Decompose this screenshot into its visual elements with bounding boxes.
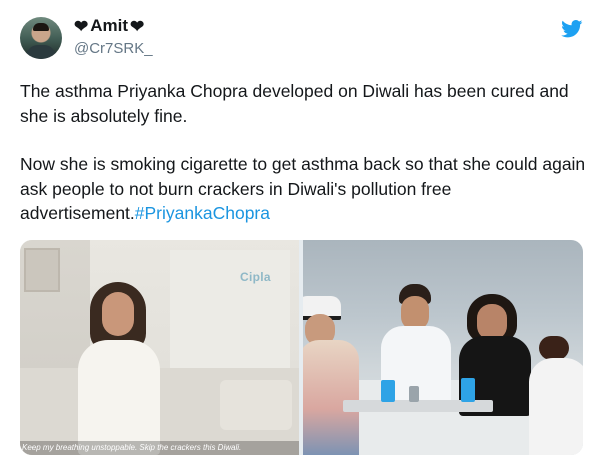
avatar-hair [33, 23, 49, 31]
cushion [220, 380, 292, 430]
white-figure [529, 358, 583, 455]
bottle [409, 386, 419, 402]
cabinet [170, 250, 290, 370]
tweet-paragraph-2: Now she is smoking cigarette to get asth… [20, 152, 586, 226]
user-handle[interactable]: @Cr7SRK_ [74, 40, 153, 57]
media-photo-left[interactable]: Cipla Keep my breathing unstoppable. Ski… [20, 240, 299, 455]
video-caption: Keep my breathing unstoppable. Skip the … [20, 441, 299, 455]
white-shirt-shape [78, 340, 160, 455]
face-shape [102, 292, 134, 336]
man-face [401, 296, 429, 330]
black-heart-icon: ❤ [130, 16, 145, 36]
black-heart-icon: ❤ [74, 16, 89, 36]
blue-cup [461, 378, 475, 402]
tweet-paragraph-2-text: Now she is smoking cigarette to get asth… [20, 154, 586, 223]
woman2-face [477, 304, 507, 340]
tweet-text: The asthma Priyanka Chopra developed on … [20, 79, 586, 226]
twitter-bird-icon[interactable] [561, 20, 583, 38]
media-photo-right[interactable] [303, 240, 583, 455]
cipla-logo: Cipla [240, 270, 271, 284]
avatar-shirt [26, 45, 56, 59]
blue-cup [381, 380, 395, 402]
tweet-paragraph-1: The asthma Priyanka Chopra developed on … [20, 81, 569, 126]
avatar[interactable] [20, 17, 62, 59]
display-name[interactable]: ❤ Amit ❤ [74, 16, 144, 36]
hashtag-link[interactable]: #PriyankaChopra [135, 203, 270, 223]
back-head [539, 336, 569, 360]
tweet-media[interactable]: Cipla Keep my breathing unstoppable. Ski… [20, 240, 583, 455]
display-name-text: Amit [90, 16, 129, 35]
wall-frame [24, 248, 60, 292]
woman-body [303, 340, 359, 455]
